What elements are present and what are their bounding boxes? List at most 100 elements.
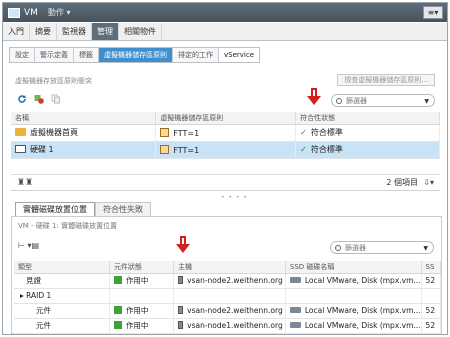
column-header-name[interactable]: 名稱 bbox=[11, 112, 157, 125]
column-header-ssd-name[interactable]: SSD 磁碟名稱 bbox=[285, 261, 422, 274]
placement-title: VM - 硬碟 1: 實體磁碟放置位置 bbox=[18, 222, 118, 230]
row-extra: 52 bbox=[421, 273, 442, 289]
host-icon bbox=[178, 321, 184, 329]
search-icon bbox=[335, 244, 341, 251]
filter-input-top[interactable]: 篩選器 ▼ bbox=[331, 94, 435, 107]
row-host: vsan-node2.weithenn.org bbox=[187, 276, 283, 285]
tab-summary[interactable]: 摘要 bbox=[30, 23, 57, 40]
row-status: 符合標準 bbox=[310, 128, 343, 137]
filter-input-bottom[interactable]: 篩選器 ▼ bbox=[330, 241, 434, 254]
annotation-arrow-icon bbox=[307, 88, 321, 106]
active-status-icon bbox=[113, 276, 122, 284]
storage-policy-icon bbox=[160, 144, 170, 154]
host-icon bbox=[178, 276, 184, 284]
row-type: 元件 bbox=[14, 303, 110, 319]
export-icon[interactable]: ⇩▾ bbox=[423, 178, 434, 187]
table-row-group[interactable]: ▸ RAID 1 bbox=[14, 288, 442, 304]
vm-icon bbox=[8, 7, 20, 18]
row-state: 作用中 bbox=[125, 306, 149, 315]
column-header-type[interactable]: 類型 bbox=[14, 261, 110, 274]
column-header-component-state[interactable]: 元件狀態 bbox=[109, 261, 175, 274]
column-header-compliance[interactable]: 符合性狀態 bbox=[295, 112, 440, 125]
section-title: 虛擬機器存放區原則衝突 bbox=[15, 77, 92, 85]
check-icon: ✓ bbox=[300, 128, 307, 137]
row-policy: FTT=1 bbox=[173, 145, 200, 155]
row-status: 符合標準 bbox=[310, 145, 343, 154]
subtab-vservice[interactable]: vService bbox=[219, 48, 260, 62]
menu-icon[interactable]: ≡▾ bbox=[423, 6, 443, 19]
row-state: 作用中 bbox=[125, 276, 149, 285]
tab-manage[interactable]: 管理 bbox=[92, 23, 119, 40]
panel-splitter[interactable]: • • • • bbox=[221, 194, 248, 201]
row-extra bbox=[421, 288, 442, 304]
disk-placement-panel: VM - 硬碟 1: 實體磁碟放置位置 ⊢ ▾▤ 篩選器 ▼ 類型 元件狀態 主… bbox=[11, 216, 442, 334]
main-tabs: 入門 摘要 監視器 管理 相關物件 bbox=[3, 23, 447, 41]
check-compliance-button[interactable]: 檢查虛擬機器儲存區原則... bbox=[337, 74, 435, 86]
table-row[interactable]: 元件 作用中 vsan-node2.weithenn.org Local VMw… bbox=[14, 303, 442, 319]
column-header-policy[interactable]: 虛擬機器儲存區原則 bbox=[155, 112, 297, 125]
vm-manage-window: VM 動作 ▾ ≡▾ 入門 摘要 監視器 管理 相關物件 設定 警示定義 標籤 … bbox=[2, 2, 448, 335]
policy-table: 名稱 虛擬機器儲存區原則 符合性狀態 虛擬機器首頁 FTT=1 ✓ 符合標準 硬碟… bbox=[11, 112, 440, 159]
chevron-down-icon[interactable]: ▼ bbox=[423, 245, 428, 252]
row-host bbox=[173, 288, 286, 304]
row-extra: 52 bbox=[421, 303, 442, 319]
ssd-disk-icon bbox=[289, 322, 301, 328]
tab-getting-started[interactable]: 入門 bbox=[3, 23, 30, 40]
empty-table-area bbox=[11, 159, 440, 175]
hard-disk-icon bbox=[15, 145, 26, 153]
row-type: 見證 bbox=[14, 273, 110, 289]
detail-tabs: 實體磁碟放置位置 符合性失敗 bbox=[15, 202, 151, 216]
storage-policy-icon bbox=[160, 127, 170, 137]
row-ssd: Local VMware, Disk (mpx.vm... bbox=[304, 321, 421, 330]
row-name: 虛擬機器首頁 bbox=[30, 128, 78, 137]
table-row[interactable]: 見證 作用中 vsan-node2.weithenn.org Local VMw… bbox=[14, 273, 442, 289]
policy-toolbar bbox=[17, 94, 61, 104]
ssd-disk-icon bbox=[289, 307, 301, 313]
filter-placeholder: 篩選器 bbox=[346, 96, 367, 105]
chevron-down-icon[interactable]: ▼ bbox=[424, 98, 429, 105]
table-row[interactable]: 元件 作用中 vsan-node1.weithenn.org Local VMw… bbox=[14, 318, 442, 334]
active-status-icon bbox=[113, 321, 122, 329]
row-type: 元件 bbox=[14, 318, 110, 334]
tab-compliance-failures[interactable]: 符合性失敗 bbox=[95, 202, 151, 216]
annotation-arrow-icon bbox=[176, 236, 190, 254]
folder-icon bbox=[15, 128, 26, 136]
search-icon bbox=[336, 97, 342, 104]
binoculars-icon[interactable]: ♜♜ bbox=[17, 178, 33, 188]
assign-policy-icon[interactable] bbox=[34, 94, 44, 104]
tab-monitor[interactable]: 監視器 bbox=[57, 23, 92, 40]
tab-related-objects[interactable]: 相關物件 bbox=[119, 23, 162, 40]
title-bar: VM 動作 ▾ ≡▾ bbox=[3, 3, 447, 22]
check-icon: ✓ bbox=[300, 145, 307, 154]
table-row[interactable]: 虛擬機器首頁 FTT=1 ✓ 符合標準 bbox=[11, 124, 440, 142]
subtab-tags[interactable]: 標籤 bbox=[74, 48, 99, 62]
subtab-settings[interactable]: 設定 bbox=[10, 48, 35, 62]
refresh-icon[interactable] bbox=[17, 94, 27, 104]
row-ssd: Local VMware, Disk (mpx.vm... bbox=[304, 276, 421, 285]
row-policy: FTT=1 bbox=[173, 128, 200, 138]
row-host: vsan-node1.weithenn.org bbox=[187, 321, 283, 330]
subtab-scheduled-tasks[interactable]: 排定的工作 bbox=[173, 48, 219, 62]
view-layout-icon[interactable]: ⊢ ▾▤ bbox=[18, 241, 39, 250]
manage-subtabs: 設定 警示定義 標籤 虛擬機器儲存區原則 排定的工作 vService bbox=[9, 47, 261, 63]
actions-menu[interactable]: 動作 ▾ bbox=[48, 7, 71, 18]
subtab-alarm-definitions[interactable]: 警示定義 bbox=[35, 48, 74, 62]
column-header-host[interactable]: 主機 bbox=[173, 261, 286, 274]
column-header-extra[interactable]: SS bbox=[421, 261, 442, 274]
row-state: 作用中 bbox=[125, 321, 149, 330]
vm-name: VM bbox=[24, 7, 38, 18]
item-count: 2 個項目 bbox=[386, 178, 418, 187]
row-extra: 52 bbox=[421, 318, 442, 334]
host-icon bbox=[178, 306, 184, 314]
placement-table: 類型 元件狀態 主機 SSD 磁碟名稱 SS 見證 作用中 vsan-node2… bbox=[14, 261, 442, 334]
tab-physical-disk-placement[interactable]: 實體磁碟放置位置 bbox=[15, 202, 95, 216]
subtab-vm-storage-policies[interactable]: 虛擬機器儲存區原則 bbox=[99, 48, 173, 62]
ssd-disk-icon bbox=[289, 277, 301, 283]
row-type[interactable]: ▸ RAID 1 bbox=[14, 288, 110, 304]
policy-table-footer: ♜♜ 2 個項目 ⇩▾ bbox=[11, 175, 440, 191]
filter-placeholder: 篩選器 bbox=[345, 243, 366, 252]
copy-icon[interactable] bbox=[51, 94, 61, 104]
table-row-selected[interactable]: 硬碟 1 FTT=1 ✓ 符合標準 bbox=[11, 141, 440, 159]
row-ssd: Local VMware, Disk (mpx.vm... bbox=[304, 306, 421, 315]
row-name: 硬碟 1 bbox=[30, 145, 54, 154]
